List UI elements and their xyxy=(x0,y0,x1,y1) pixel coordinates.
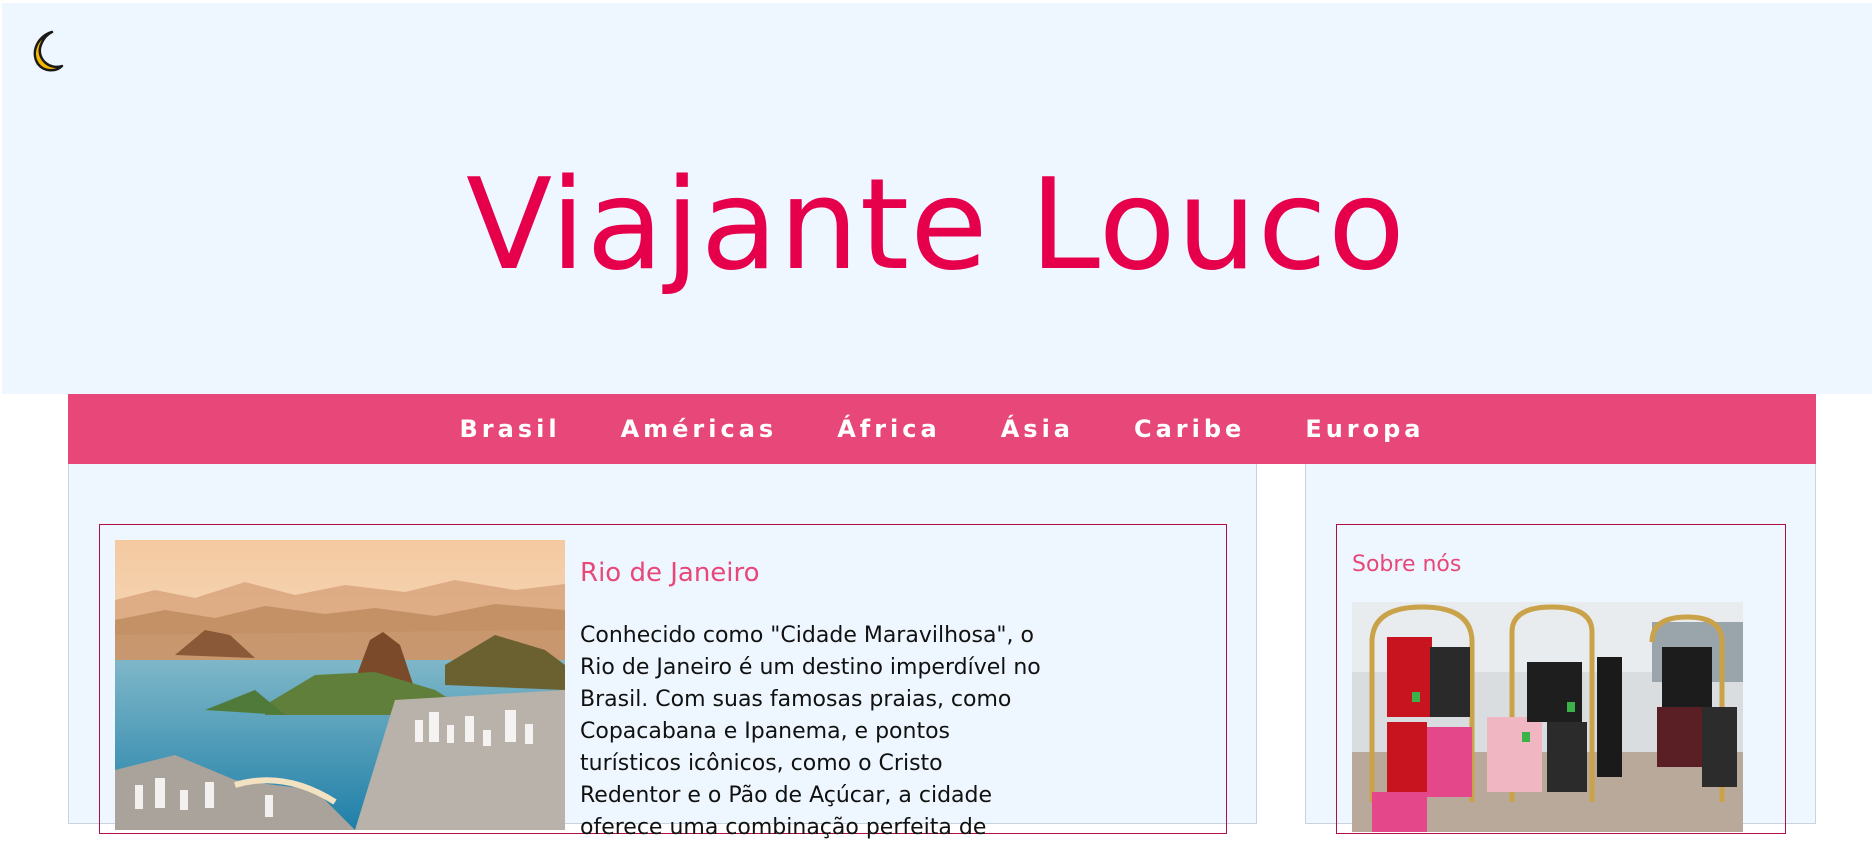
nav-item-europa[interactable]: Europa xyxy=(1305,415,1424,443)
site-title: Viajante Louco xyxy=(466,151,1406,298)
nav-item-americas[interactable]: Américas xyxy=(621,415,778,443)
about-title: Sobre nós xyxy=(1352,552,1462,577)
main-nav: Brasil Américas África Ásia Caribe Europ… xyxy=(68,394,1816,464)
article-text: Conhecido como "Cidade Maravilhosa", o R… xyxy=(580,623,1041,840)
luggage-image xyxy=(1352,602,1743,832)
nav-item-asia[interactable]: Ásia xyxy=(1001,415,1074,443)
nav-item-brasil[interactable]: Brasil xyxy=(460,415,561,443)
nav-item-africa[interactable]: África xyxy=(837,415,941,443)
rio-de-janeiro-image xyxy=(115,540,565,830)
nav-item-caribe[interactable]: Caribe xyxy=(1134,415,1245,443)
crescent-moon-icon[interactable] xyxy=(16,26,66,76)
article-title: Rio de Janeiro xyxy=(580,558,760,588)
